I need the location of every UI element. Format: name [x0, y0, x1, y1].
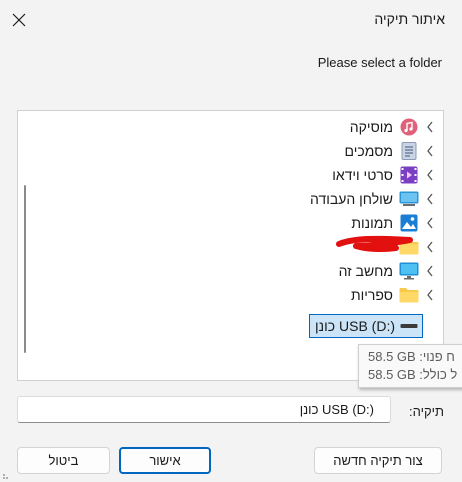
selection-highlight[interactable]: USB (D:) כונן	[309, 314, 423, 338]
cancel-button[interactable]: ביטול	[17, 447, 110, 474]
chevron-icon[interactable]	[421, 289, 439, 301]
libraries-icon	[399, 285, 419, 305]
pictures-icon	[399, 213, 419, 233]
tree-item-label: ספריות	[350, 287, 393, 303]
tree-item-libraries[interactable]: ספריות	[49, 283, 439, 307]
tree-item-label: סרטי וידאו	[332, 167, 393, 183]
tree-item-documents[interactable]: מסמכים	[49, 139, 439, 163]
tree-item-label: USB (D:) כונן	[315, 318, 395, 334]
this-pc-icon	[399, 261, 419, 281]
chevron-icon[interactable]	[421, 241, 439, 253]
tree-item-label: מסמכים	[344, 143, 393, 159]
tree-item-label: שולחן העבודה	[310, 191, 393, 207]
window-title: איתור תיקיה	[374, 11, 445, 27]
chevron-icon[interactable]	[421, 193, 439, 205]
ok-button[interactable]: אישור	[119, 447, 211, 474]
chevron-icon[interactable]	[421, 217, 439, 229]
folder-input[interactable]	[17, 396, 391, 423]
tree-item-music[interactable]: מוסיקה	[49, 115, 439, 139]
chevron-icon[interactable]	[421, 121, 439, 133]
tree-item-pictures[interactable]: תמונות	[49, 211, 439, 235]
chevron-icon[interactable]	[421, 169, 439, 181]
tree-item-videos[interactable]: סרטי וידאו	[49, 163, 439, 187]
tooltip-free-space: 58.5 GB :ח פנוי	[368, 349, 455, 364]
drive-icon	[399, 316, 419, 336]
videos-icon	[399, 165, 419, 185]
redaction-scribble	[336, 235, 413, 253]
tree-item-label: תמונות	[351, 215, 393, 231]
tree-item-desktop[interactable]: שולחן העבודה	[49, 187, 439, 211]
chevron-icon[interactable]	[421, 265, 439, 277]
tree-item-usb-drive[interactable]: USB (D:) כונן	[33, 314, 423, 338]
new-folder-button[interactable]: צור תיקיה חדשה	[314, 447, 442, 474]
desktop-icon	[399, 189, 419, 209]
resize-grip-icon[interactable]	[2, 470, 12, 480]
drive-info-tooltip: 58.5 GB :ח פנוי 58.5 GB :ל כולל	[358, 344, 462, 388]
tooltip-total-space: 58.5 GB :ל כולל	[368, 367, 458, 382]
close-icon	[12, 13, 26, 27]
prompt-text: Please select a folder	[317, 55, 442, 70]
close-button[interactable]	[4, 6, 34, 34]
music-icon	[399, 117, 419, 137]
documents-icon	[399, 141, 419, 161]
tree-item-this-pc[interactable]: מחשב זה	[49, 259, 439, 283]
chevron-icon[interactable]	[421, 145, 439, 157]
title-bar: איתור תיקיה	[0, 0, 462, 40]
tree-item-label: מחשב זה	[338, 263, 393, 279]
folder-field-label: תיקיה:	[409, 404, 444, 419]
tree-item-label: מוסיקה	[349, 119, 393, 135]
vertical-scrollbar[interactable]	[24, 185, 26, 353]
